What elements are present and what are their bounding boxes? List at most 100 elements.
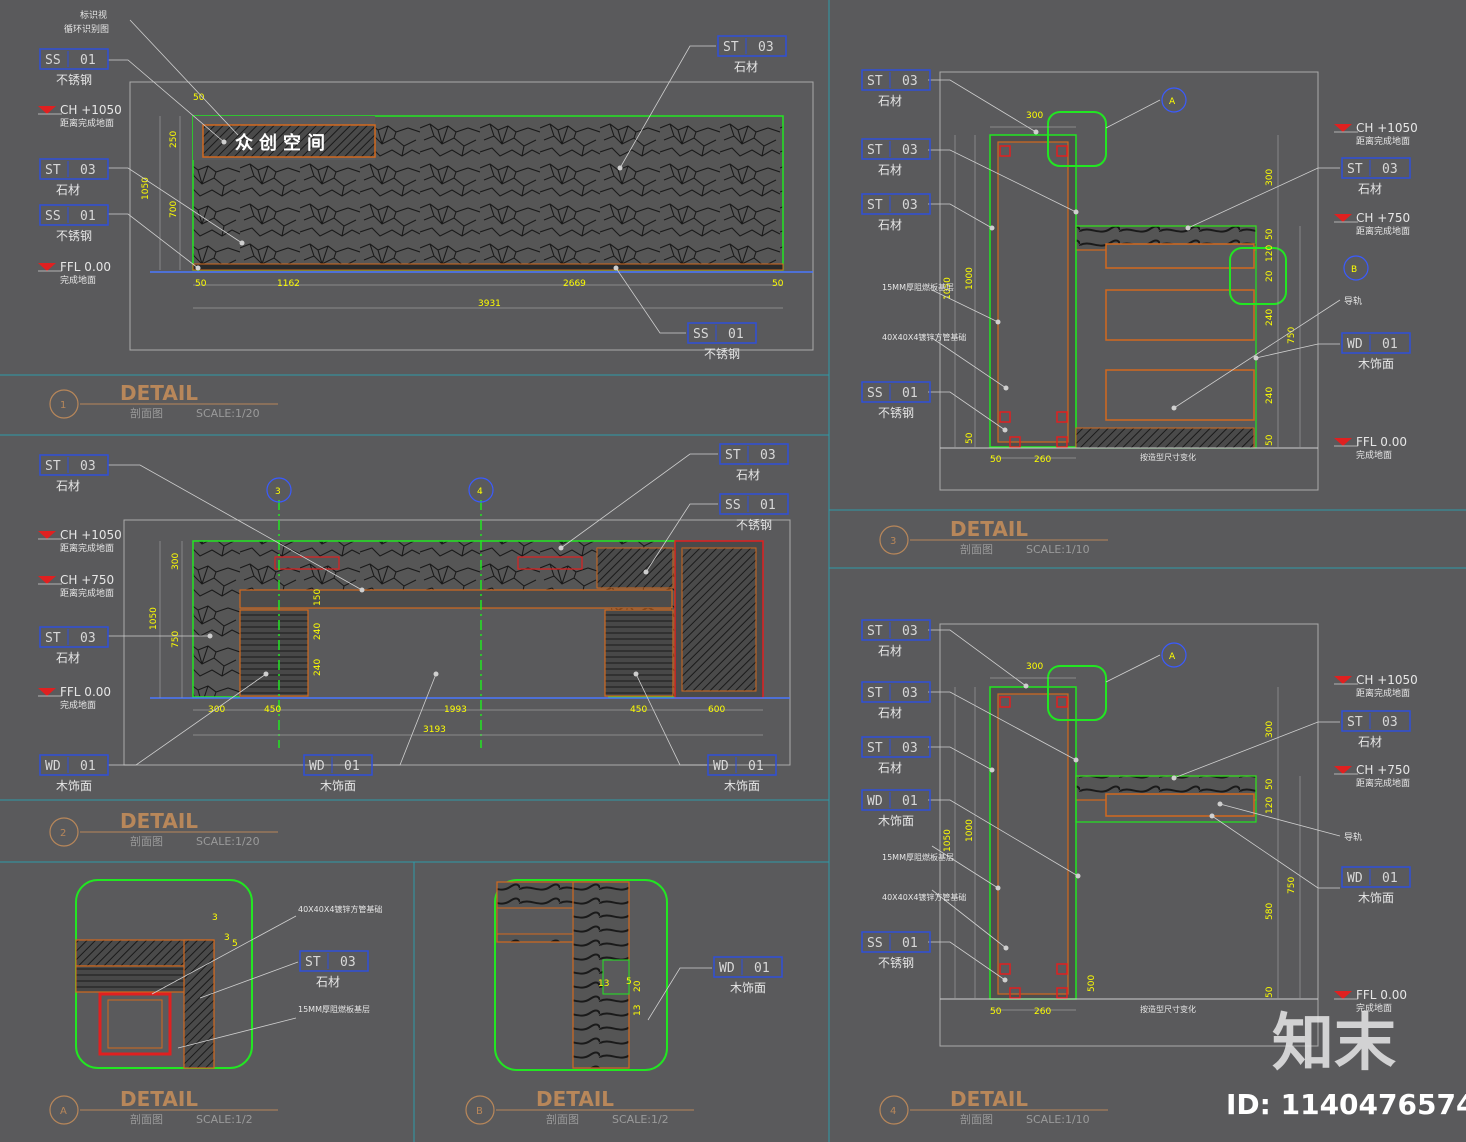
tag-label: 木饰面 [878, 814, 914, 828]
tag-label: 石材 [56, 651, 80, 665]
dim2-450b: 450 [630, 705, 647, 715]
level-desc: 距离完成地面 [1356, 777, 1410, 789]
detail-1-elevation: 众创空间 1050 250 700 50 1162 2669 3931 50 5… [64, 9, 813, 334]
tag-label: 木饰面 [724, 779, 760, 793]
detail-3-section: A B 300 1050 1000 50 50 260 300 50 120 2… [882, 79, 1369, 465]
dim3-r300: 300 [1265, 169, 1275, 186]
tag-number: 03 [902, 741, 918, 756]
material-tag-st03: ST 03石材 [39, 158, 109, 197]
level-marker-ffl: FFL 0.00完成地面 [38, 260, 111, 286]
tag-code: WD [867, 794, 883, 809]
tag-number: 03 [902, 686, 918, 701]
detail-heading: DETAIL [950, 517, 1028, 541]
tag-number: 03 [760, 448, 776, 463]
level-marker-ch750: CH +750距离完成地面 [38, 573, 114, 599]
tag-code: SS [867, 386, 883, 401]
dim-2669: 2669 [563, 279, 586, 289]
level-desc: 距离完成地面 [60, 542, 114, 554]
level-value: CH +1050 [1356, 673, 1418, 687]
tag-number: 01 [902, 936, 918, 951]
tag-code: ST [867, 686, 883, 701]
tag-code: SS [725, 498, 741, 513]
detail-A-section: 3 3 5 40X40X4镀锌方管基础 15MM厚阻燃板基层 [75, 879, 382, 1069]
dim3-50w: 50 [990, 455, 1002, 465]
level-value: FFL 0.00 [1356, 435, 1407, 449]
watermark-brand: 知末 [1272, 1006, 1396, 1079]
marker-A-4: A [1169, 652, 1176, 662]
level-desc: 距离完成地面 [60, 587, 114, 599]
level-desc: 完成地面 [60, 699, 96, 711]
dimA-3: 5 [232, 939, 238, 949]
dimA-2: 3 [224, 933, 230, 943]
detail-title-3: 3 DETAIL剖面图 SCALE:1/10 [879, 517, 1108, 556]
detail-heading: DETAIL [536, 1087, 614, 1111]
material-tag-ss01: SS 01 不锈钢 [861, 931, 931, 970]
material-tag-wd01: WD 01 木饰面 [303, 754, 373, 793]
dim4-260: 260 [1034, 1007, 1051, 1017]
note-plate15-4: 15MM厚阻燃板基层 [882, 852, 954, 862]
note-rail-4: 导轨 [1344, 831, 1362, 843]
tag-label: 木饰面 [1358, 357, 1394, 371]
detail-subtitle: 剖面图 [960, 1112, 993, 1126]
dim4-300: 300 [1026, 662, 1043, 672]
tag-code: ST [1347, 162, 1363, 177]
note-tube40-3: 40X40X4镀锌方管基础 [882, 332, 966, 342]
watermark-id: ID: 1140476574 [1226, 1088, 1466, 1121]
detail-scale: SCALE:1/2 [612, 1113, 669, 1126]
dim4-r750: 750 [1287, 877, 1297, 894]
material-tag-ss01: SS 01 不锈钢 [687, 322, 757, 361]
level-marker-ch750: CH +750距离完成地面 [1334, 763, 1410, 789]
cad-drawing-sheet: 众创空间 1050 250 700 50 1162 2669 3931 50 5… [0, 0, 1466, 1142]
tag-code: WD [1347, 871, 1363, 886]
dim3-300: 300 [1026, 111, 1043, 121]
level-desc: 距离完成地面 [60, 117, 114, 129]
dim-1162: 1162 [277, 279, 300, 289]
tag-label: 石材 [56, 479, 80, 493]
material-tag-st03: ST 03石材 [1341, 710, 1411, 749]
note-custom-size-3: 按造型尺寸变化 [1140, 452, 1196, 462]
material-tag-st03: ST 03石材 [861, 736, 931, 775]
detail-2-elevation: 3 4 1050 300 750 300 450 1993 450 600 31… [108, 453, 790, 766]
dim-50-right: 50 [772, 279, 784, 289]
material-tag-st03: ST 03石材 [299, 950, 369, 989]
note-plate15-A: 15MM厚阻燃板基层 [298, 1004, 370, 1014]
material-tag-st03: ST 03石材 [861, 138, 931, 177]
detail-subtitle: 剖面图 [130, 1112, 163, 1126]
tag-code: WD [309, 759, 325, 774]
tag-label: 石材 [878, 761, 902, 775]
logo-text: 众创空间 [235, 132, 331, 154]
marker-3: 3 [275, 487, 281, 497]
detail-subtitle: 剖面图 [130, 834, 163, 848]
level-value: FFL 0.00 [1356, 988, 1407, 1002]
tag-number: 01 [80, 53, 96, 68]
tag-code: ST [45, 459, 61, 474]
detail-number: 2 [60, 828, 66, 839]
detail-subtitle: 剖面图 [130, 406, 163, 420]
tag-number: 03 [902, 74, 918, 89]
tag-number: 01 [344, 759, 360, 774]
dim2-150: 150 [313, 589, 323, 606]
dim3-r50: 50 [1265, 228, 1275, 240]
detail-title-4: 4 DETAIL剖面图 SCALE:1/10 [879, 1087, 1108, 1126]
level-value: CH +1050 [60, 103, 122, 117]
dim3-r20: 20 [1265, 270, 1275, 282]
dim-700: 700 [169, 201, 179, 218]
dim2-240b: 240 [313, 659, 323, 676]
dim2-1993: 1993 [444, 705, 467, 715]
detail-title-A: A DETAIL剖面图 SCALE:1/2 [49, 1087, 278, 1126]
dim2-750: 750 [171, 631, 181, 648]
dim2-3193: 3193 [423, 725, 446, 735]
detail-number: A [60, 1106, 67, 1117]
detail-number: B [476, 1106, 483, 1117]
material-tag-wd01: WD 01 木饰面 [707, 754, 777, 793]
level-desc: 完成地面 [60, 274, 96, 286]
tag-number: 03 [1382, 162, 1398, 177]
tag-label: 不锈钢 [704, 347, 740, 361]
tag-code: ST [867, 741, 883, 756]
material-tag-wd01: WD 01 木饰面 [39, 754, 109, 793]
marker-B-3: B [1351, 265, 1357, 275]
level-marker-ffl: FFL 0.00完成地面 [38, 685, 111, 711]
tag-code: ST [45, 631, 61, 646]
tag-code: ST [305, 955, 321, 970]
tag-label: 石材 [878, 94, 902, 108]
